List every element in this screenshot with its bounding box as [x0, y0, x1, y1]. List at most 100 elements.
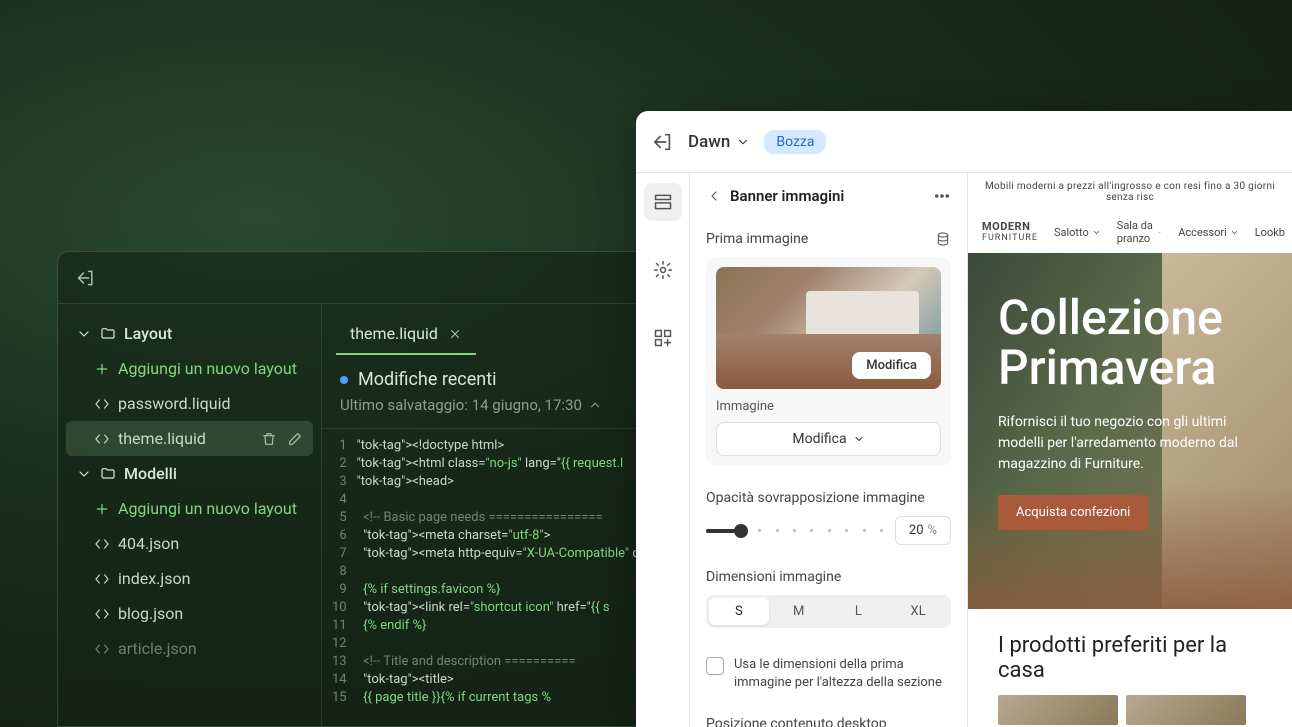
file-theme-liquid[interactable]: theme.liquid: [66, 421, 313, 456]
modify-button[interactable]: Modifica: [716, 422, 941, 456]
exit-icon[interactable]: [76, 268, 96, 288]
promo-bar: Mobili moderni a prezzi all'ingrosso e c…: [968, 173, 1292, 211]
chevron-down-icon: [76, 326, 92, 342]
nav-accessori[interactable]: Accessori: [1178, 226, 1239, 239]
chevron-down-icon: [1157, 228, 1162, 237]
theme-selector[interactable]: Dawn: [688, 132, 750, 152]
hero-banner: CollezionePrimavera Rifornisci il tuo ne…: [968, 253, 1292, 609]
designer-topbar: Dawn Bozza: [636, 111, 1292, 173]
chevron-down-icon: [1092, 228, 1101, 237]
checkbox-label: Usa le dimensioni della prima immagine p…: [734, 656, 951, 692]
tree-label: theme.liquid: [118, 429, 206, 448]
gear-icon: [653, 260, 673, 280]
size-s[interactable]: S: [709, 598, 769, 625]
chevron-down-icon: [76, 466, 92, 482]
modify-button-label: Modifica: [792, 431, 846, 447]
tab-theme-liquid[interactable]: theme.liquid: [336, 314, 476, 355]
sections-tool[interactable]: [644, 183, 682, 221]
tab-bar: theme.liquid: [322, 304, 654, 355]
opacity-label: Opacità sovrapposizione immagine: [706, 490, 925, 506]
editor-topbar: [58, 252, 654, 304]
recent-changes-bar[interactable]: Modifiche recenti Ultimo salvataggio: 14…: [322, 355, 654, 429]
product-row: [968, 695, 1292, 725]
image-preview[interactable]: Modifica: [716, 267, 941, 389]
trash-icon[interactable]: [261, 431, 277, 447]
size-label: Dimensioni immagine: [706, 569, 841, 585]
hero-body: Rifornisci il tuo negozio con gli ultimi…: [998, 412, 1262, 475]
opacity-slider[interactable]: [706, 529, 883, 533]
size-segmented: S M L XL: [706, 595, 951, 628]
add-model-button[interactable]: Aggiungi un nuovo layout: [66, 491, 313, 526]
settings-tool[interactable]: [644, 251, 682, 289]
panel-title: Banner immagini: [730, 187, 844, 205]
sections-icon: [653, 192, 673, 212]
plus-icon: [94, 361, 110, 377]
database-icon[interactable]: [935, 231, 951, 247]
code-editor[interactable]: 123456789101112131415 "tok-tag"><!doctyp…: [322, 429, 654, 715]
exit-icon[interactable]: [652, 131, 674, 153]
back-icon[interactable]: [706, 188, 722, 204]
size-xl[interactable]: XL: [888, 598, 948, 625]
image-sublabel: Immagine: [716, 399, 941, 414]
modify-chip[interactable]: Modifica: [852, 352, 931, 379]
nav-sala[interactable]: Sala da pranzo: [1117, 219, 1162, 245]
store-nav: MODERN FURNITURE Salotto Sala da pranzo …: [968, 211, 1292, 253]
chevron-down-icon: [853, 433, 865, 445]
size-m[interactable]: M: [769, 598, 829, 625]
tree-label: index.json: [118, 569, 190, 588]
pencil-icon[interactable]: [287, 431, 303, 447]
tree-section-layout[interactable]: Layout: [66, 316, 313, 351]
code-editor-window: Layout Aggiungi un nuovo layout password…: [57, 251, 655, 727]
store-preview: Mobili moderni a prezzi all'ingrosso e c…: [968, 173, 1292, 727]
tree-label: Aggiungi un nuovo layout: [118, 359, 297, 378]
tab-label: theme.liquid: [350, 324, 438, 343]
chevron-down-icon: [1230, 228, 1239, 237]
hero-cta-button[interactable]: Acquista confezioni: [998, 495, 1148, 530]
use-first-image-checkbox[interactable]: Usa le dimensioni della prima immagine p…: [706, 656, 951, 692]
tree-label: blog.json: [118, 604, 183, 623]
image-card: Modifica Immagine Modifica: [706, 257, 951, 466]
tree-label: article.json: [118, 639, 197, 658]
code-file-icon: [94, 396, 110, 412]
opacity-input[interactable]: 20 %: [895, 516, 951, 545]
apps-tool[interactable]: [644, 319, 682, 357]
file-404-json[interactable]: 404.json: [66, 526, 313, 561]
file-index-json[interactable]: index.json: [66, 561, 313, 596]
tree-section-models[interactable]: Modelli: [66, 456, 313, 491]
unsaved-dot-icon: [340, 376, 348, 384]
recent-subtitle: Ultimo salvataggio: 14 giugno, 17:30: [340, 396, 582, 414]
code-file-icon: [94, 641, 110, 657]
size-l[interactable]: L: [829, 598, 889, 625]
first-image-label: Prima immagine: [706, 231, 808, 247]
tree-label: Modelli: [124, 464, 177, 483]
nav-salotto[interactable]: Salotto: [1054, 226, 1101, 239]
nav-lookbook[interactable]: Lookb: [1255, 226, 1285, 239]
plus-icon: [94, 501, 110, 517]
product-thumb[interactable]: [998, 695, 1118, 725]
store-logo[interactable]: MODERN FURNITURE: [982, 221, 1038, 243]
tool-rail: [636, 173, 690, 727]
apps-icon: [653, 328, 673, 348]
panel-header: Banner immagini: [690, 173, 967, 219]
file-article-json[interactable]: article.json: [66, 631, 313, 666]
tree-label: 404.json: [118, 534, 179, 553]
code-file-icon: [94, 431, 110, 447]
add-layout-button[interactable]: Aggiungi un nuovo layout: [66, 351, 313, 386]
theme-designer-window: Dawn Bozza Banner immagini: [636, 111, 1292, 727]
code-file-icon: [94, 571, 110, 587]
position-label: Posizione contenuto desktop: [706, 716, 887, 727]
file-tree: Layout Aggiungi un nuovo layout password…: [58, 304, 322, 726]
file-blog-json[interactable]: blog.json: [66, 596, 313, 631]
file-password-liquid[interactable]: password.liquid: [66, 386, 313, 421]
tree-label: Layout: [124, 324, 172, 343]
recent-title: Modifiche recenti: [358, 369, 496, 390]
folder-icon: [100, 466, 116, 482]
hero-title: CollezionePrimavera: [998, 293, 1262, 394]
products-title: I prodotti preferiti per la casa: [968, 609, 1292, 695]
more-icon[interactable]: [933, 187, 951, 205]
product-thumb[interactable]: [1126, 695, 1246, 725]
chevron-down-icon: [736, 135, 750, 149]
tree-label: Aggiungi un nuovo layout: [118, 499, 297, 518]
theme-name-label: Dawn: [688, 132, 730, 152]
close-icon[interactable]: [448, 327, 462, 341]
